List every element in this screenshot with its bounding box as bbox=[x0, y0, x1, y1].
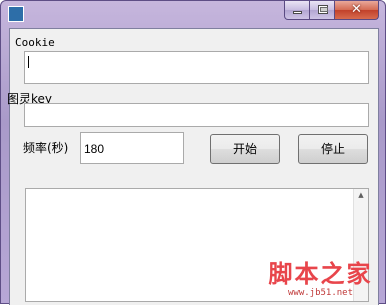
key-input[interactable] bbox=[24, 103, 369, 127]
frequency-label: 频率(秒) bbox=[23, 141, 69, 155]
site-watermark: 脚本之家 www.jb51.net bbox=[255, 254, 386, 304]
watermark-url: www.jb51.net bbox=[287, 288, 354, 298]
maximize-button[interactable] bbox=[309, 1, 335, 20]
minimize-button[interactable] bbox=[284, 1, 310, 20]
watermark-text: 脚本之家 bbox=[268, 260, 373, 288]
scroll-up-icon[interactable]: ▲ bbox=[354, 191, 368, 199]
text-caret bbox=[28, 56, 29, 68]
frequency-input[interactable]: 180 bbox=[80, 132, 184, 164]
maximize-icon bbox=[318, 5, 328, 14]
stop-button[interactable]: 停止 bbox=[298, 134, 368, 164]
start-button[interactable]: 开始 bbox=[210, 134, 280, 164]
close-icon: ✕ bbox=[351, 2, 362, 17]
cookie-label: Cookie bbox=[15, 36, 55, 49]
minimize-icon bbox=[293, 11, 302, 14]
title-bar[interactable]: ✕ bbox=[1, 1, 385, 27]
close-button[interactable]: ✕ bbox=[334, 1, 379, 20]
cookie-input[interactable] bbox=[24, 51, 369, 84]
app-icon bbox=[8, 6, 24, 22]
